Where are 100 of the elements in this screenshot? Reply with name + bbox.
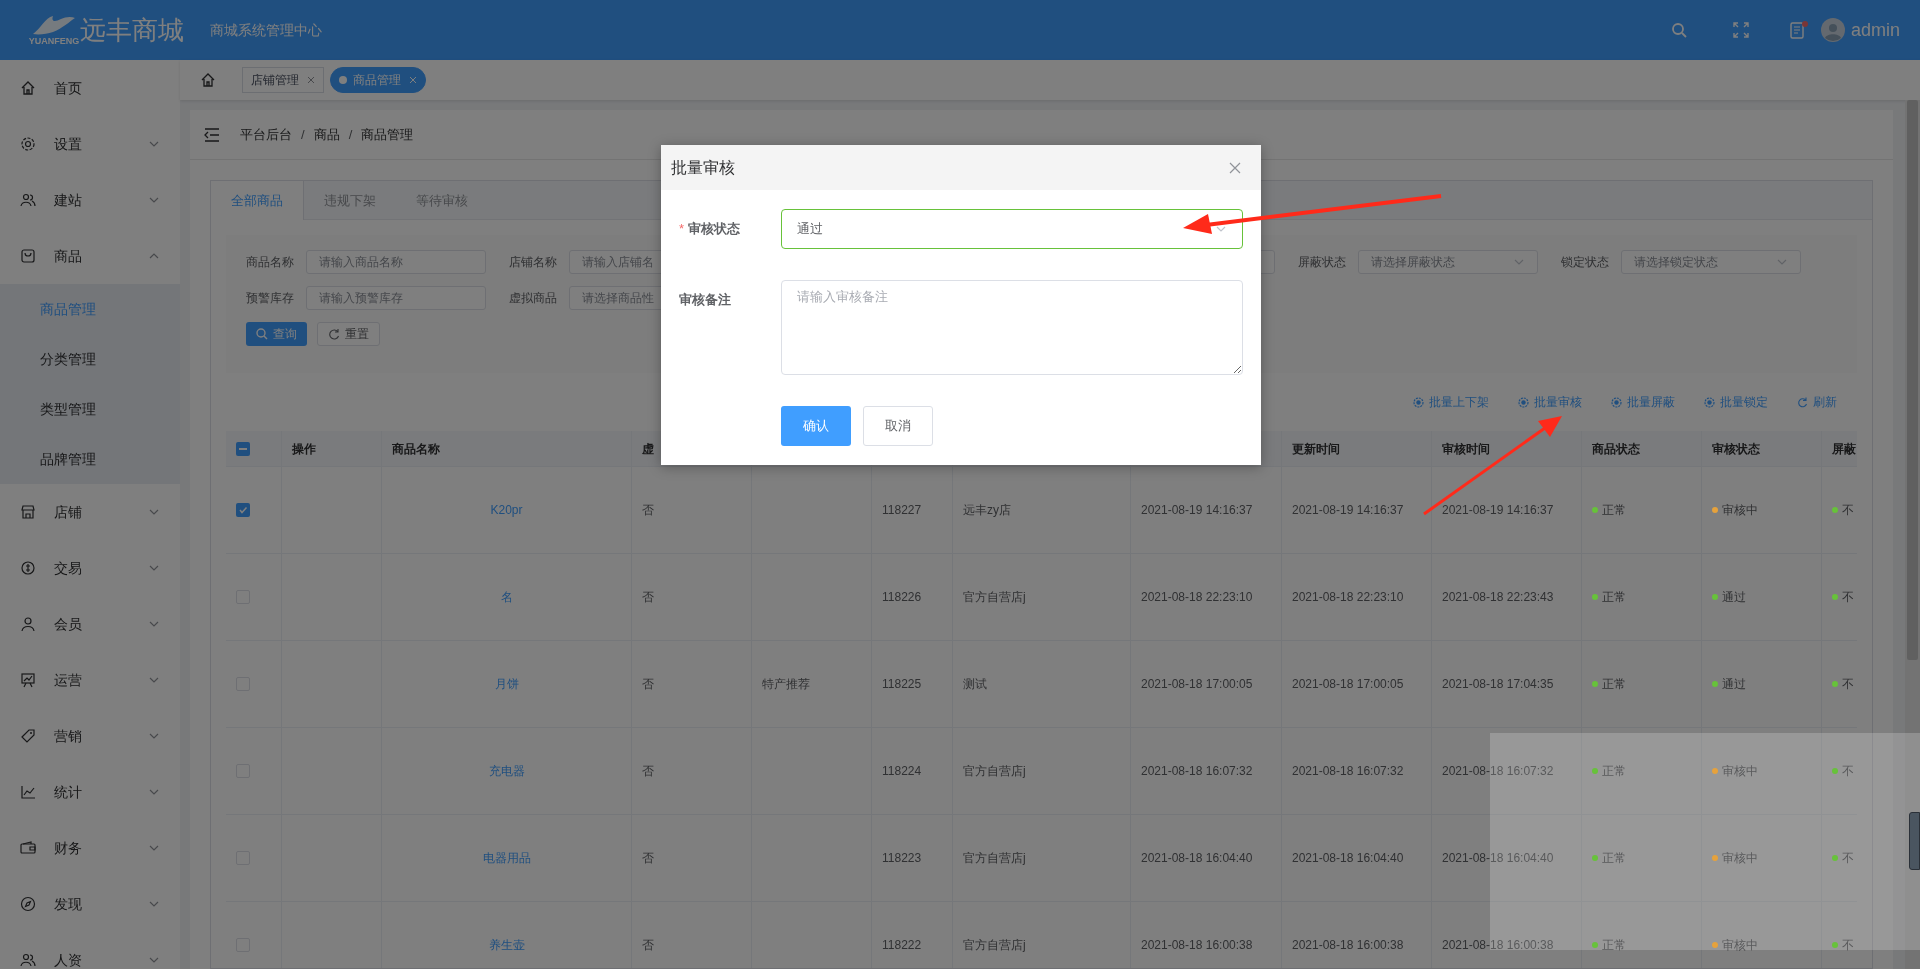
submenu-item[interactable]: 分类管理: [0, 334, 180, 384]
menu-item[interactable]: 设置: [0, 116, 180, 172]
scrollbar-thumb[interactable]: [1907, 100, 1918, 660]
product-link[interactable]: 月饼: [494, 675, 519, 693]
status-text: 通过: [1722, 589, 1746, 606]
table-cell-text: 2021-08-18 16:04:40: [1442, 850, 1554, 867]
side-widget[interactable]: [1909, 812, 1920, 870]
breadcrumb-item[interactable]: 平台后台: [240, 124, 292, 145]
table-cell-text: 2021-08-19 14:16:37: [1141, 502, 1253, 519]
action-link[interactable]: 批量上下架: [1413, 393, 1489, 411]
submenu-item[interactable]: 类型管理: [0, 384, 180, 434]
menu-item[interactable]: 统计: [0, 764, 180, 820]
cancel-button[interactable]: 取消: [863, 406, 933, 446]
menu-item[interactable]: 建站: [0, 172, 180, 228]
table-cell-text: 2021-08-18 17:04:35: [1442, 676, 1554, 693]
menu-item[interactable]: 商品: [0, 228, 180, 284]
home-icon: [20, 80, 36, 96]
search-icon: [256, 328, 268, 340]
action-link[interactable]: 刷新: [1797, 393, 1837, 411]
field-label: 锁定状态: [1561, 254, 1610, 271]
confirm-button[interactable]: 确认: [781, 406, 851, 446]
row-checkbox[interactable]: [236, 503, 250, 517]
avatar-icon[interactable]: [1820, 18, 1845, 42]
menu-item[interactable]: 首页: [0, 60, 180, 116]
search-button[interactable]: 查询: [246, 322, 307, 346]
content-tab[interactable]: 全部商品: [211, 181, 304, 220]
remark-textarea[interactable]: 请输入审核备注: [781, 280, 1243, 375]
breadcrumb-item[interactable]: 商品管理: [361, 124, 414, 145]
table-cell-text: 否: [642, 676, 654, 693]
home-icon[interactable]: [200, 72, 216, 88]
refresh-icon: [328, 328, 340, 340]
notes-icon[interactable]: [1788, 20, 1809, 40]
close-icon[interactable]: [307, 76, 315, 84]
breadcrumb-item[interactable]: 商品: [313, 124, 340, 145]
menu-item[interactable]: 营销: [0, 708, 180, 764]
page-tab[interactable]: 商品管理: [330, 67, 426, 93]
status-text: 不: [1842, 937, 1854, 954]
table-cell-text: 2021-08-18 16:04:40: [1292, 850, 1404, 867]
table-row[interactable]: 月饼 否 特产推荐 118225 测试 2021-08-18 17:00:05 2021-08-18 17:00:05 2021-08-18 17:04:35 正常 通过 不: [226, 641, 1857, 728]
gear-icon: [1518, 396, 1529, 408]
product-link[interactable]: 名: [500, 588, 513, 606]
submenu-item[interactable]: 商品管理: [0, 284, 180, 334]
search-icon[interactable]: [1670, 22, 1687, 38]
table-cell-text: 2021-08-18 22:23:10: [1292, 589, 1404, 606]
status-text: 不: [1842, 502, 1854, 519]
table-cell-text: 118225: [882, 676, 922, 693]
select-all-checkbox[interactable]: [236, 441, 250, 456]
field-label: 商品名称: [246, 254, 295, 271]
menu-item[interactable]: 人资: [0, 932, 180, 969]
tag-icon: [20, 728, 36, 744]
submenu-item[interactable]: 品牌管理: [0, 434, 180, 484]
menu-item[interactable]: 会员: [0, 596, 180, 652]
table-cell-text: 官方自营店j: [963, 589, 1026, 606]
table-row[interactable]: K20pr 否 118227 远丰zy店 2021-08-19 14:16:37 2021-08-19 14:16:37 2021-08-19 14:16:37 正常 审核中 不: [226, 467, 1857, 554]
action-link[interactable]: 批量屏蔽: [1611, 393, 1675, 411]
menu-item[interactable]: 发现: [0, 876, 180, 932]
scrollbar[interactable]: [1905, 100, 1920, 969]
table-cell-text: 2021-08-18 17:00:05: [1141, 676, 1253, 693]
wallet-icon: [20, 840, 36, 856]
table-cell-text: 2021-08-18 16:07:32: [1141, 763, 1253, 780]
check-icon: [238, 505, 248, 515]
table-cell-text: 官方自营店j: [963, 850, 1026, 867]
table-cell-text: 官方自营店j: [963, 937, 1026, 954]
table-row[interactable]: 名 否 118226 官方自营店j 2021-08-18 22:23:10 2021-08-18 22:23:10 2021-08-18 22:23:43 正常 通过 不: [226, 554, 1857, 641]
reset-button[interactable]: 重置: [317, 322, 380, 346]
user-name[interactable]: admin: [1850, 16, 1900, 44]
table-cell-text: 官方自营店j: [963, 763, 1026, 780]
collapse-menu-icon[interactable]: [204, 127, 220, 142]
status-text: 审核中: [1722, 502, 1758, 519]
gear-icon: [1413, 396, 1424, 408]
people-icon: [20, 952, 36, 968]
table-cell-text: 2021-08-18 16:07:32: [1442, 763, 1554, 780]
menu-item[interactable]: 财务: [0, 820, 180, 876]
product-link[interactable]: K20pr: [490, 501, 523, 519]
product-link[interactable]: 充电器: [488, 762, 525, 780]
close-icon[interactable]: [1229, 161, 1241, 174]
action-link[interactable]: 批量审核: [1518, 393, 1582, 411]
table-cell-text: 否: [642, 937, 654, 954]
menu-item[interactable]: 运营: [0, 652, 180, 708]
product-link[interactable]: 养生壶: [488, 936, 525, 954]
breadcrumb-separator: /: [348, 125, 353, 144]
page-tab[interactable]: 店铺管理: [242, 67, 324, 93]
table-cell-text: 2021-08-19 14:16:37: [1442, 502, 1554, 519]
select-field[interactable]: 通过: [781, 209, 1243, 249]
shop-icon: [20, 504, 36, 520]
field-label: 虚拟商品: [509, 290, 558, 307]
table-cell-text: 2021-08-19 14:16:37: [1292, 502, 1404, 519]
column-header: 更新时间: [1292, 440, 1340, 458]
table-cell-text: 2021-08-18 16:07:32: [1292, 763, 1404, 780]
fullscreen-icon[interactable]: [1732, 22, 1749, 38]
compass-icon: [20, 896, 36, 912]
table-cell-text: 否: [642, 763, 654, 780]
status-text: 不: [1842, 676, 1854, 693]
line-chart-icon: [20, 784, 36, 800]
action-link[interactable]: 批量锁定: [1704, 393, 1768, 411]
field-label: 店铺名称: [509, 254, 558, 271]
refresh-icon: [1797, 396, 1808, 408]
menu-item[interactable]: 交易: [0, 540, 180, 596]
menu-item[interactable]: 店铺: [0, 484, 180, 540]
product-link[interactable]: 电器用品: [482, 849, 531, 867]
